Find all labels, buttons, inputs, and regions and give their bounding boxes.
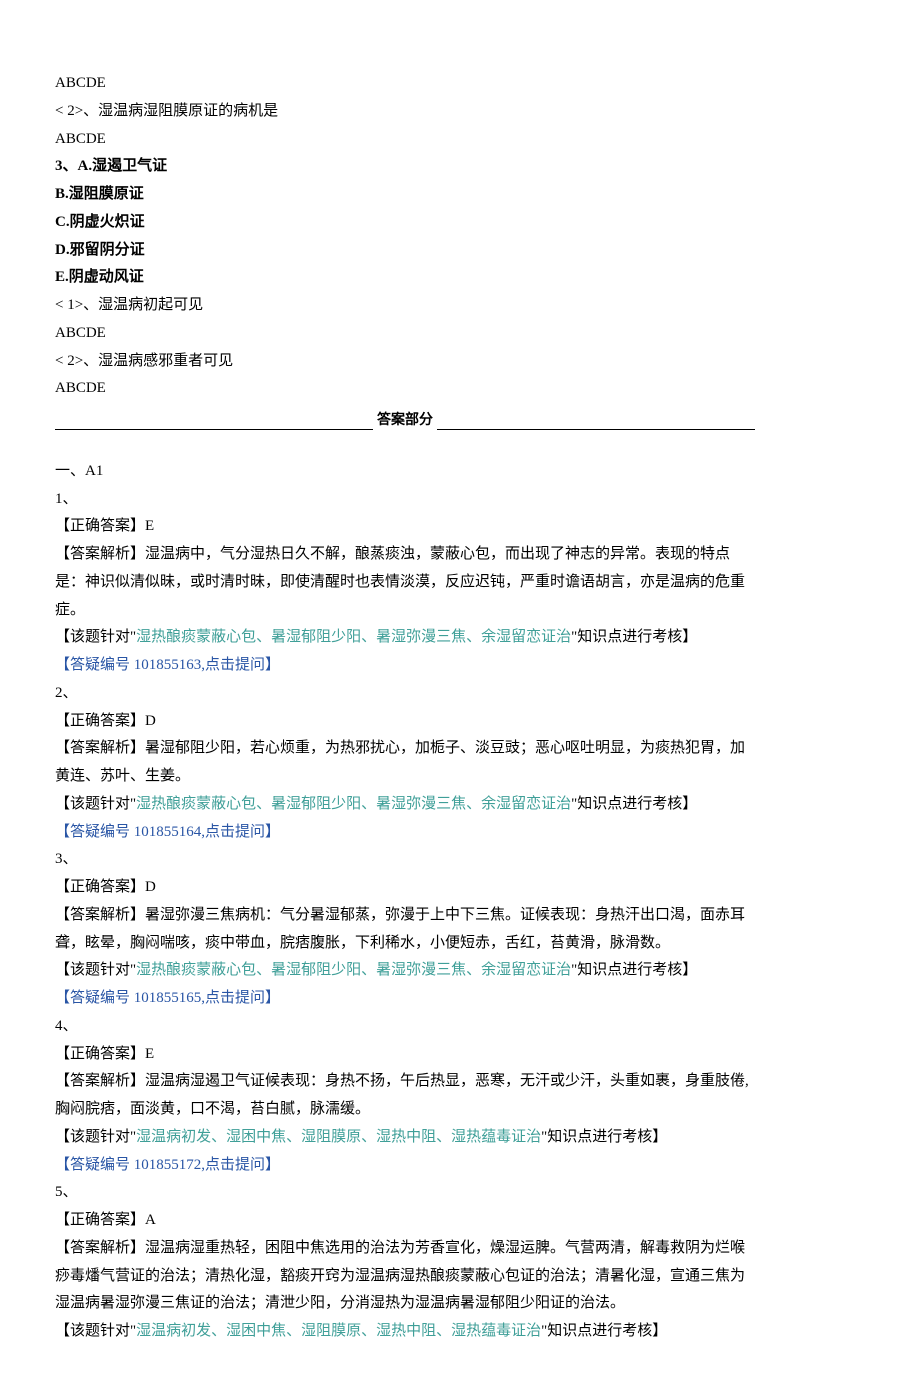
topic-reference: 【该题针对"湿温病初发、湿困中焦、湿阻膜原、湿热中阻、湿热蕴毒证治"知识点进行考…: [55, 1318, 755, 1346]
topic-link: 湿热酿痰蒙蔽心包、暑湿郁阻少阳、暑湿弥漫三焦、余湿留恋证治: [136, 962, 571, 978]
topic-link: 湿温病初发、湿困中焦、湿阻膜原、湿热中阻、湿热蕴毒证治: [136, 1323, 541, 1339]
answer-explanation: 【答案解析】湿温病中，气分湿热日久不解，酿蒸痰浊，蒙蔽心包，而出现了神志的异常。…: [55, 541, 755, 624]
q3-option-b: B.湿阻膜原证: [55, 181, 755, 209]
q3-sub2: < 2>、湿温病感邪重者可见: [55, 348, 755, 376]
topic-link: 湿温病初发、湿困中焦、湿阻膜原、湿热中阻、湿热蕴毒证治: [136, 1129, 541, 1145]
answer-section-divider: 答案部分: [55, 407, 755, 435]
choices-abcde: ABCDE: [55, 320, 755, 348]
topic-link: 湿热酿痰蒙蔽心包、暑湿郁阻少阳、暑湿弥漫三焦、余湿留恋证治: [136, 796, 571, 812]
feedback-link[interactable]: 【答疑编号 101855165,点击提问】: [55, 985, 755, 1013]
sub-question-2: < 2>、湿温病湿阻膜原证的病机是: [55, 98, 755, 126]
topic-reference: 【该题针对"湿热酿痰蒙蔽心包、暑湿郁阻少阳、暑湿弥漫三焦、余湿留恋证治"知识点进…: [55, 957, 755, 985]
correct-answer: 【正确答案】D: [55, 874, 755, 902]
correct-answer: 【正确答案】E: [55, 513, 755, 541]
topic-reference: 【该题针对"湿温病初发、湿困中焦、湿阻膜原、湿热中阻、湿热蕴毒证治"知识点进行考…: [55, 1124, 755, 1152]
answer-number: 5、: [55, 1179, 755, 1207]
answer-number: 3、: [55, 846, 755, 874]
answer-number: 4、: [55, 1013, 755, 1041]
answer-number: 2、: [55, 680, 755, 708]
correct-answer: 【正确答案】D: [55, 708, 755, 736]
q3-option-a: 3、A.湿遏卫气证: [55, 153, 755, 181]
q3-option-e: E.阴虚动风证: [55, 264, 755, 292]
answer-number: 1、: [55, 486, 755, 514]
q3-option-d: D.邪留阴分证: [55, 237, 755, 265]
choices-abcde: ABCDE: [55, 70, 755, 98]
feedback-link[interactable]: 【答疑编号 101855163,点击提问】: [55, 652, 755, 680]
feedback-link[interactable]: 【答疑编号 101855164,点击提问】: [55, 819, 755, 847]
answer-section-title: 答案部分: [373, 408, 437, 434]
topic-link: 湿热酿痰蒙蔽心包、暑湿郁阻少阳、暑湿弥漫三焦、余湿留恋证治: [136, 629, 571, 645]
correct-answer: 【正确答案】A: [55, 1207, 755, 1235]
answer-explanation: 【答案解析】湿温病湿重热轻，困阻中焦选用的治法为芳香宣化，燥湿运脾。气营两清，解…: [55, 1235, 755, 1318]
topic-reference: 【该题针对"湿热酿痰蒙蔽心包、暑湿郁阻少阳、暑湿弥漫三焦、余湿留恋证治"知识点进…: [55, 791, 755, 819]
section-a1: 一、A1: [55, 458, 755, 486]
feedback-link[interactable]: 【答疑编号 101855172,点击提问】: [55, 1152, 755, 1180]
choices-abcde: ABCDE: [55, 126, 755, 154]
correct-answer: 【正确答案】E: [55, 1041, 755, 1069]
q3-sub1: < 1>、湿温病初起可见: [55, 292, 755, 320]
answer-explanation: 【答案解析】暑湿郁阻少阳，若心烦重，为热邪扰心，加栀子、淡豆豉；恶心呕吐明显，为…: [55, 735, 755, 791]
q3-option-c: C.阴虚火炽证: [55, 209, 755, 237]
topic-reference: 【该题针对"湿热酿痰蒙蔽心包、暑湿郁阻少阳、暑湿弥漫三焦、余湿留恋证治"知识点进…: [55, 624, 755, 652]
answer-explanation: 【答案解析】湿温病湿遏卫气证候表现：身热不扬，午后热显，恶寒，无汗或少汗，头重如…: [55, 1068, 755, 1124]
choices-abcde: ABCDE: [55, 375, 755, 403]
answer-explanation: 【答案解析】暑湿弥漫三焦病机：气分暑湿郁蒸，弥漫于上中下三焦。证候表现：身热汗出…: [55, 902, 755, 958]
